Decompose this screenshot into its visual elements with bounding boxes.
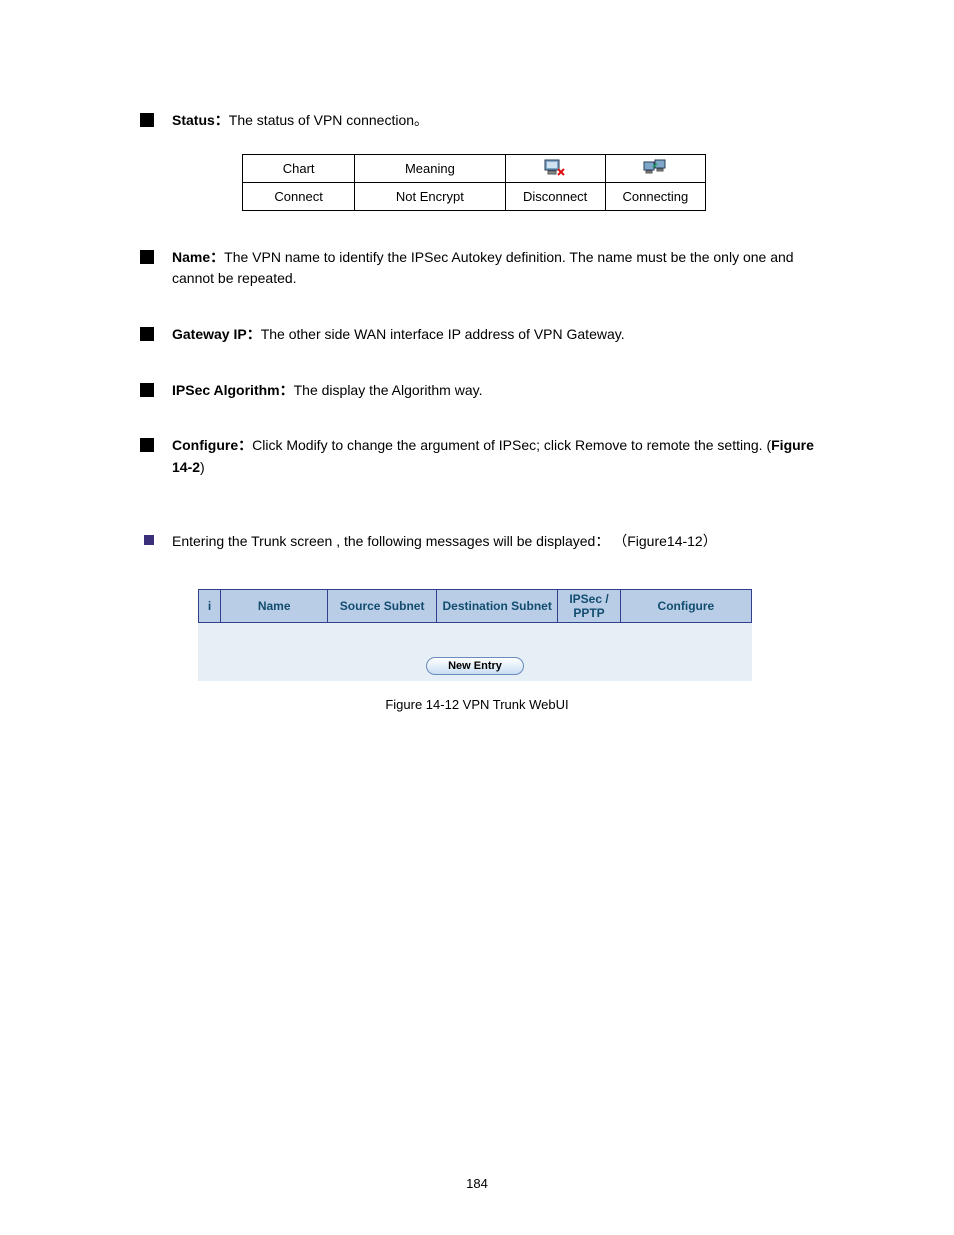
cell-disconnect: Disconnect (505, 182, 605, 210)
cell-icon-disconnect (505, 154, 605, 182)
cell-icon-connect (605, 154, 705, 182)
bullet-name: Name：The VPN name to identify the IPSec … (140, 247, 814, 290)
text-algorithm: The display the Algorithm way. (294, 382, 483, 398)
col-destination-subnet: Destination Subnet (437, 589, 558, 622)
square-bullet-icon (140, 113, 154, 127)
text-trunk-lead: Entering the Trunk screen , the followin… (172, 533, 609, 549)
page-number: 184 (0, 1176, 954, 1191)
bullet-trunk: Entering the Trunk screen , the followin… (144, 531, 814, 553)
spacer (140, 487, 814, 531)
square-bullet-icon (140, 327, 154, 341)
spacer (140, 354, 814, 380)
square-bullet-icon (140, 438, 154, 452)
status-table: Chart Meaning (242, 154, 706, 211)
square-bullet-icon (140, 250, 154, 264)
dot-status: 。 (414, 112, 428, 128)
text-name: The VPN name to identify the IPSec Autok… (172, 249, 794, 287)
term-name: Name： (172, 249, 224, 265)
bullet-algorithm-text: IPSec Algorithm：The display the Algorith… (172, 380, 482, 402)
new-entry-button[interactable]: New Entry (426, 657, 524, 675)
col-source-subnet: Source Subnet (328, 589, 437, 622)
cell-meaning: Meaning (355, 154, 505, 182)
bullet-configure: Configure：Click Modify to change the arg… (140, 435, 814, 478)
bullet-gateway-text: Gateway IP：The other side WAN interface … (172, 324, 625, 346)
bullet-configure-text: Configure：Click Modify to change the arg… (172, 435, 814, 478)
term-algorithm: IPSec Algorithm： (172, 382, 294, 398)
vpn-table-block: i Name Source Subnet Destination Subnet … (198, 589, 752, 681)
col-ipsec-pptp: IPSec / PPTP (558, 589, 621, 622)
small-bullet-icon (144, 535, 154, 545)
bullet-status-text: Status：The status of VPN connection。 (172, 110, 428, 132)
table-row: Chart Meaning (243, 154, 706, 182)
cell-notencrypt: Not Encrypt (355, 182, 505, 210)
text-trunk-figref: （Figure14-12） (613, 533, 717, 549)
spacer (140, 298, 814, 324)
bullet-name-text: Name：The VPN name to identify the IPSec … (172, 247, 814, 290)
computer-x-icon (544, 159, 566, 177)
term-status: Status： (172, 112, 229, 128)
cell-connecting: Connecting (605, 182, 705, 210)
text-gateway: The other side WAN interface IP address … (261, 326, 625, 342)
cell-chart: Chart (243, 154, 355, 182)
vpn-button-area: New Entry (198, 623, 752, 681)
text-configure: Click Modify to change the argument of I… (252, 437, 771, 453)
figure-caption: Figure 14-12 VPN Trunk WebUI (140, 697, 814, 712)
term-configure: Configure： (172, 437, 252, 453)
col-name: Name (221, 589, 328, 622)
computer-link-icon (643, 159, 667, 177)
bullet-algorithm: IPSec Algorithm：The display the Algorith… (140, 380, 814, 402)
col-i: i (199, 589, 221, 622)
bullet-gateway: Gateway IP：The other side WAN interface … (140, 324, 814, 346)
vpn-table: i Name Source Subnet Destination Subnet … (198, 589, 752, 623)
spacer (140, 409, 814, 435)
table-row: Connect Not Encrypt Disconnect Connectin… (243, 182, 706, 210)
cell-connect: Connect (243, 182, 355, 210)
table-header-row: i Name Source Subnet Destination Subnet … (199, 589, 752, 622)
term-gateway: Gateway IP： (172, 326, 261, 342)
bullet-trunk-text: Entering the Trunk screen , the followin… (172, 531, 717, 553)
page-content: Status：The status of VPN connection。 Cha… (0, 0, 954, 772)
square-bullet-icon (140, 383, 154, 397)
col-configure: Configure (620, 589, 751, 622)
bullet-status: Status：The status of VPN connection。 (140, 110, 814, 132)
spacer (140, 561, 814, 579)
tail-configure: ) (200, 459, 205, 475)
text-status: The status of VPN connection (229, 112, 414, 128)
